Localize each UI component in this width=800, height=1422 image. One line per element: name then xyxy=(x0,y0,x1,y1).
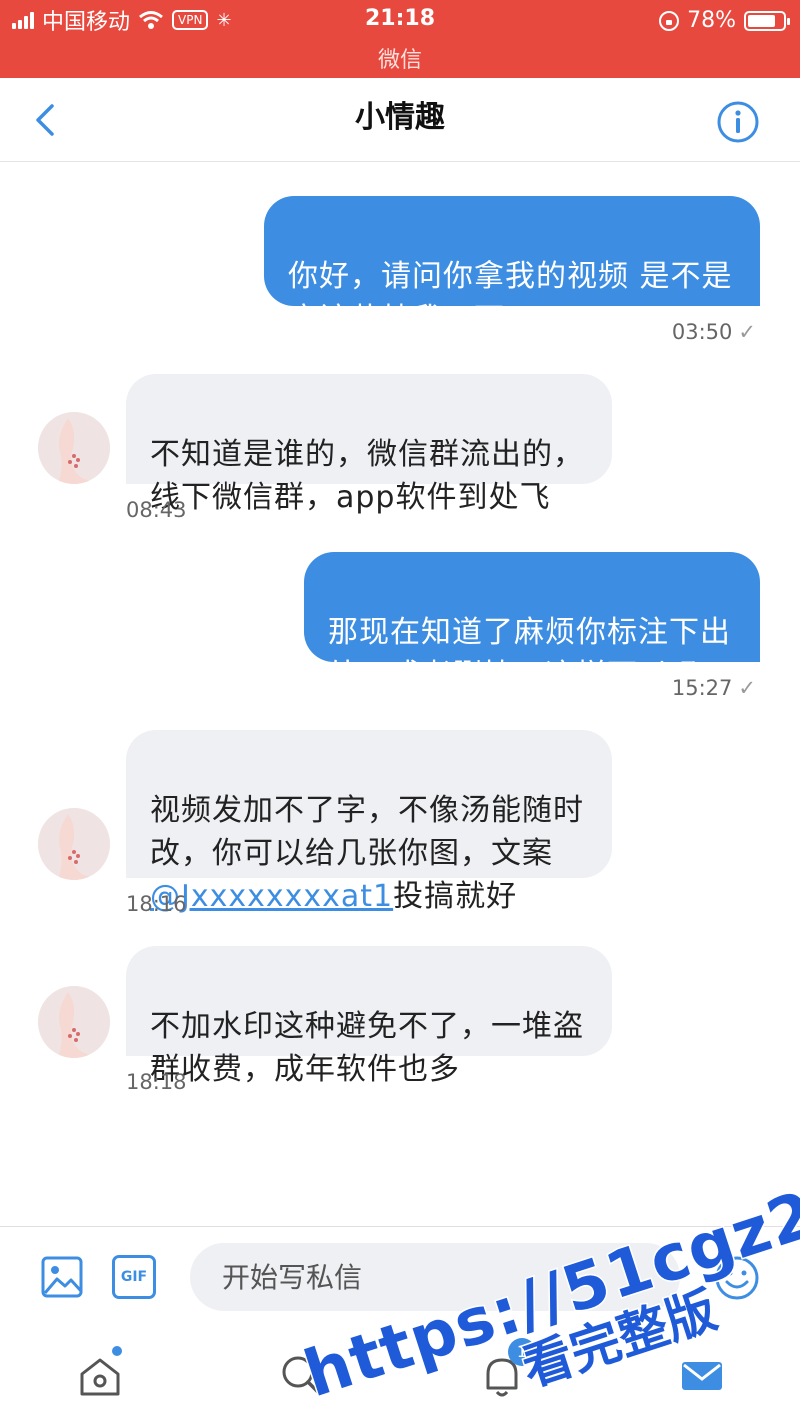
avatar[interactable] xyxy=(38,986,110,1058)
notification-badge: 1 xyxy=(508,1338,536,1366)
home-dot-badge xyxy=(112,1346,122,1356)
status-right: 78% xyxy=(659,8,790,33)
message-bubble-outgoing[interactable]: 那现在知道了麻烦你标注下出 处，或者删掉，这样可以吗 xyxy=(304,552,760,693)
info-icon[interactable] xyxy=(716,100,760,144)
home-icon[interactable] xyxy=(76,1352,124,1400)
battery-percent: 78% xyxy=(687,8,736,33)
tab-bar: 1 xyxy=(0,1330,800,1422)
search-icon[interactable] xyxy=(278,1352,326,1400)
message-bubble-incoming[interactable]: 不知道是谁的，微信群流出的， 线下微信群，app软件到处飞 xyxy=(126,374,612,515)
avatar-image xyxy=(38,986,110,1058)
chat-header: 小情趣 xyxy=(0,78,800,162)
status-app-name: 微信 xyxy=(377,48,422,73)
page-title: 小情趣 xyxy=(355,100,445,135)
avatar-image xyxy=(38,808,110,880)
sent-check-icon: ✓ xyxy=(738,320,756,344)
battery-icon xyxy=(744,10,790,31)
message-time-text: 03:50 xyxy=(671,320,733,344)
message-text: 不知道是谁的，微信群流出的， 线下微信群，app软件到处飞 xyxy=(150,437,584,515)
message-time-text: 15:27 xyxy=(671,676,733,700)
message-input[interactable] xyxy=(190,1243,680,1311)
message-time: 15:27 ✓ xyxy=(672,676,756,700)
message-bubble-incoming[interactable]: 视频发加不了字，不像汤能随时 改，你可以给几张你图，文案 @Jxxxxxxxxa… xyxy=(126,730,612,914)
message-text: 投搞就好 xyxy=(393,879,518,914)
message-bubble-outgoing[interactable]: 你好，请问你拿我的视频 是不是 应该艾特我一下 xyxy=(264,196,760,337)
message-time: 18:16 xyxy=(126,892,187,916)
image-icon[interactable] xyxy=(40,1255,84,1299)
message-text: 视频发加不了字，不像汤能随时 改，你可以给几张你图，文案 xyxy=(150,793,584,871)
avatar-image xyxy=(38,412,110,484)
message-text: 你好，请问你拿我的视频 是不是 应该艾特我一下 xyxy=(288,259,733,337)
avatar[interactable] xyxy=(38,808,110,880)
message-time: 18:18 xyxy=(126,1070,187,1094)
message-bubble-incoming[interactable]: 不加水印这种避免不了，一堆盗 群收费，成年软件也多 xyxy=(126,946,612,1087)
mail-icon[interactable] xyxy=(678,1352,726,1400)
rotation-lock-icon xyxy=(659,10,680,31)
avatar[interactable] xyxy=(38,412,110,484)
message-time: 08:43 xyxy=(126,498,187,522)
message-time: 03:50 ✓ xyxy=(672,320,756,344)
sent-check-icon: ✓ xyxy=(738,676,756,700)
status-bar: 中国移动 VPN ✳ 21:18 微信 78% xyxy=(0,0,800,78)
message-text: 那现在知道了麻烦你标注下出 处，或者删掉，这样可以吗 xyxy=(328,615,731,693)
message-list[interactable]: 你好，请问你拿我的视频 是不是 应该艾特我一下 03:50 ✓ 不知道是谁的，微信… xyxy=(0,162,800,1226)
emoji-icon[interactable] xyxy=(714,1255,760,1301)
message-text: 不加水印这种避免不了，一堆盗 群收费，成年软件也多 xyxy=(150,1009,584,1087)
message-composer: GIF xyxy=(0,1226,800,1330)
gif-button[interactable]: GIF xyxy=(112,1255,156,1299)
